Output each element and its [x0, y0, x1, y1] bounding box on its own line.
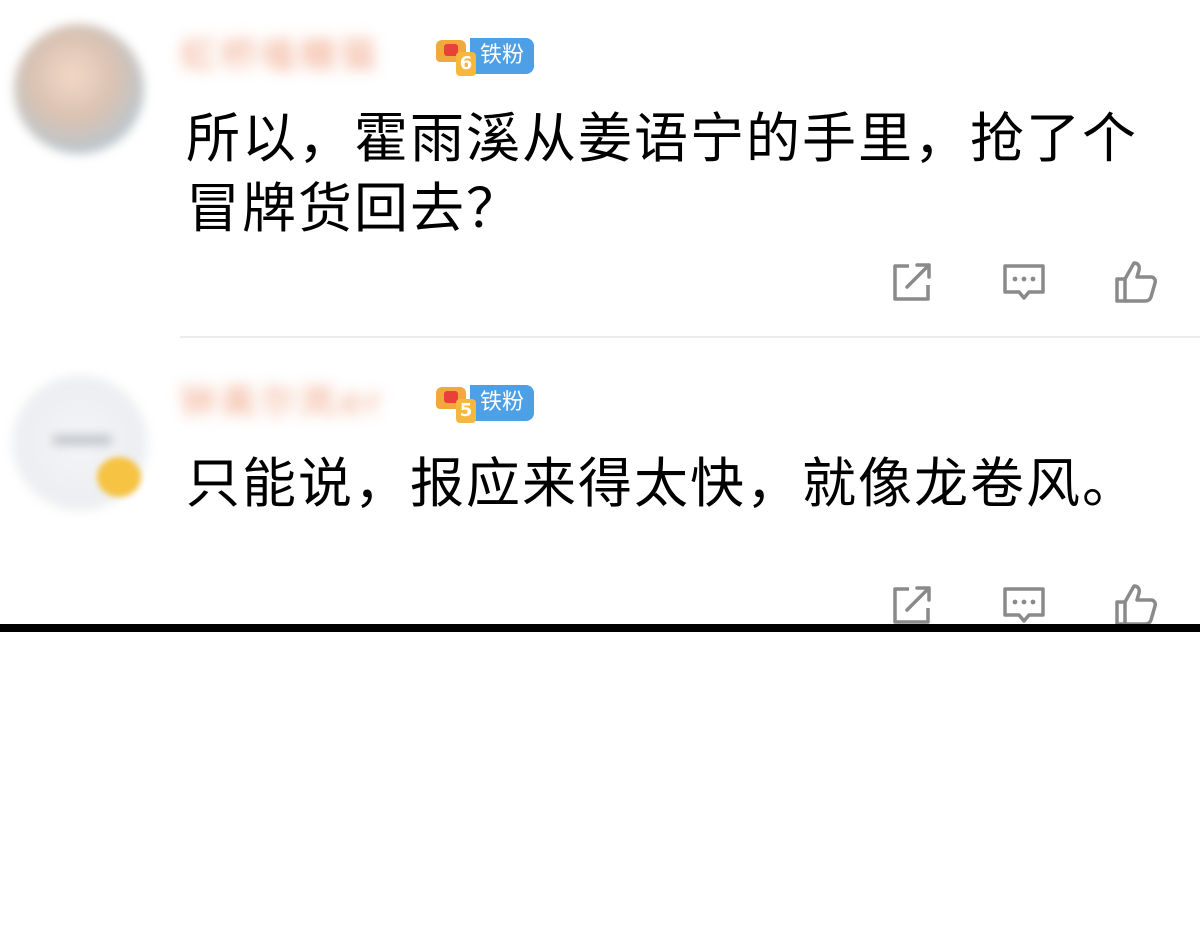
comment-icon — [1003, 587, 1045, 623]
repost-button[interactable] — [882, 252, 942, 312]
avatar[interactable] — [14, 24, 144, 154]
badge-level: 6 — [456, 52, 476, 76]
comment-actions — [870, 252, 1180, 312]
reply-button[interactable] — [994, 252, 1054, 312]
fan-badge[interactable]: 6 铁粉 — [430, 36, 535, 76]
badge-level: 5 — [456, 399, 476, 423]
repost-icon — [893, 586, 931, 624]
comment-item: 虹桥嗑糖猫 6 铁粉 所以，霍雨溪从姜语宁的手里，抢了个冒牌货回去？ — [0, 0, 1200, 336]
user-level-dot — [97, 457, 141, 497]
username[interactable]: 虹桥嗑糖猫 — [180, 34, 380, 78]
comment-item: 钟离尔岚er 5 铁粉 只能说，报应来得太快，就像龙卷风。 — [0, 337, 1200, 627]
reply-button[interactable] — [994, 575, 1054, 627]
crop-border — [0, 624, 1200, 632]
username[interactable]: 钟离尔岚er — [180, 381, 385, 425]
comment-icon — [1003, 264, 1045, 300]
comment-thread: 虹桥嗑糖猫 6 铁粉 所以，霍雨溪从姜语宁的手里，抢了个冒牌货回去？ 钟离尔岚e… — [0, 0, 1200, 932]
repost-icon — [893, 263, 931, 301]
repost-button[interactable] — [882, 575, 942, 627]
thumbs-up-icon — [1115, 584, 1157, 626]
comment-text: 所以，霍雨溪从姜语宁的手里，抢了个冒牌货回去？ — [186, 107, 1138, 240]
crown-icon: 5 — [430, 383, 476, 423]
badge-label: 铁粉 — [470, 385, 535, 421]
fan-badge[interactable]: 5 铁粉 — [430, 383, 535, 423]
like-button[interactable] — [1106, 252, 1166, 312]
thumbs-up-icon — [1115, 261, 1157, 303]
badge-label: 铁粉 — [470, 38, 535, 74]
crown-icon: 6 — [430, 36, 476, 76]
comment-text: 只能说，报应来得太快，就像龙卷风。 — [186, 452, 1138, 515]
like-button[interactable] — [1106, 575, 1166, 627]
comment-actions — [870, 575, 1180, 627]
